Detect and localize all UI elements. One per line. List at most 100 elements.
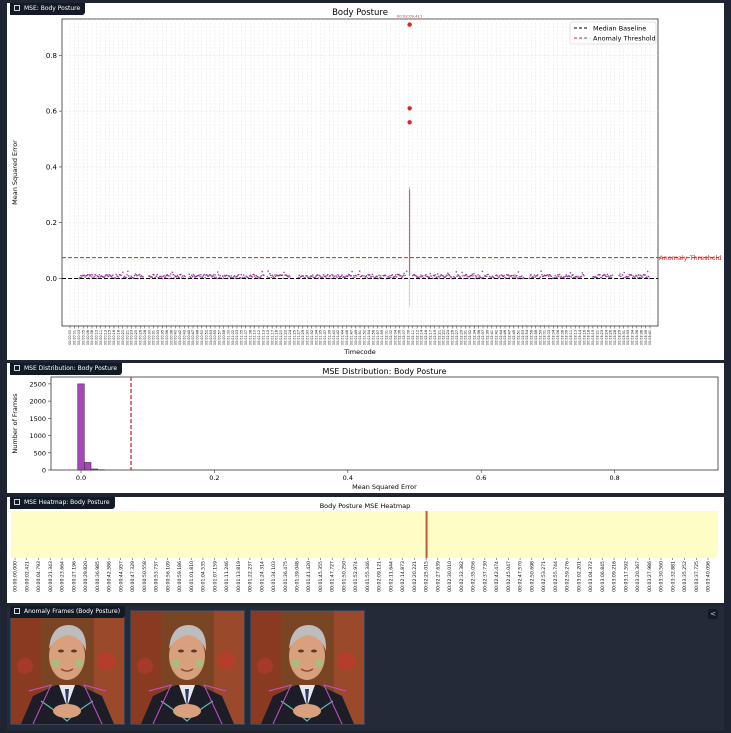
mse-point — [234, 277, 237, 279]
x-tick-label: 00:03:40.096 — [706, 561, 712, 592]
y-tick-label: 2500 — [29, 380, 46, 388]
share-icon[interactable]: < — [708, 609, 718, 619]
mse-point — [518, 276, 521, 278]
x-tick-label: 00:02:12 — [415, 330, 419, 345]
x-tick-label: 00:01:52 — [363, 330, 367, 345]
mse-point — [111, 274, 114, 277]
x-tick-label: 00:03:17.592 — [623, 561, 629, 592]
mse-point — [641, 275, 643, 277]
anomaly-frame-3[interactable] — [250, 610, 365, 725]
mse-point — [520, 275, 523, 277]
x-tick-label: 00:02:49 — [512, 330, 516, 345]
mse-point — [298, 274, 301, 277]
x-tick-label: 00:00:00 — [68, 330, 72, 345]
chart-icon — [14, 608, 20, 614]
mse-point — [389, 276, 392, 279]
mse-point — [251, 276, 253, 278]
x-tick-label: 00:02:25.015 — [424, 561, 430, 592]
mse-heatmap-panel: MSE Heatmap: Body Posture 00:00:00.000 00… — [7, 497, 724, 603]
x-tick-label: 00:00:00.000 — [13, 561, 19, 592]
x-tick-label: 00:01:34.103 — [271, 561, 277, 592]
mse-panel-tab[interactable]: MSE: Body Posture — [10, 3, 86, 15]
mse-point — [372, 275, 374, 278]
mse-point — [283, 271, 285, 274]
mse-point — [217, 273, 220, 276]
mse-point — [556, 276, 558, 278]
x-tick-label: 00:01:57 — [376, 330, 380, 345]
mse-point — [646, 276, 648, 278]
x-tick-label: 00:01:24 — [288, 330, 292, 345]
x-tick-label: 00:00:21 — [125, 330, 129, 345]
anomaly-frame-2[interactable] — [130, 610, 245, 725]
x-tick-label: 00:03:09.216 — [612, 561, 618, 592]
x-tick-label: 00:00:47 — [191, 330, 195, 345]
distribution-panel-tab[interactable]: MSE Distribution: Body Posture — [10, 363, 123, 375]
mse-point — [122, 271, 124, 274]
mse-point — [611, 274, 614, 276]
y-axis-label: Mean Squared Error — [11, 140, 19, 205]
mse-point — [640, 276, 642, 279]
mse-scatter-chart: 0.00.20.40.60.800:00:00 00:00:01 00:00:03 0… — [11, 8, 722, 356]
x-tick-label: 00:01:29 — [301, 330, 305, 345]
mse-point — [431, 277, 434, 279]
mse-point — [95, 274, 97, 277]
mse-point — [430, 275, 432, 277]
mse-point — [335, 275, 337, 277]
x-tick-label: 00:02:42.474 — [494, 561, 500, 592]
x-tick-label: 00:03:30.560 — [659, 561, 665, 592]
x-tick-label: 00:00:05 — [81, 330, 85, 345]
x-tick-label: 00:03:29 — [617, 330, 621, 345]
chart-icon — [14, 365, 20, 371]
mse-point — [528, 277, 531, 279]
mse-point — [515, 276, 517, 278]
mse-point — [236, 275, 238, 278]
x-tick-label: 00:03:38 — [639, 330, 643, 345]
x-tick-label: 00:02:53.271 — [541, 561, 547, 592]
mse-point — [176, 274, 179, 277]
x-tick-label: 00:03:01 — [543, 330, 547, 345]
mse-point — [337, 275, 340, 277]
mse-point — [436, 273, 439, 275]
mse-point — [341, 274, 343, 276]
x-tick-label: 00:01:56 — [371, 330, 375, 345]
mse-point — [153, 274, 155, 276]
x-tick-label: 00:02:02 — [389, 330, 393, 345]
x-tick-label: 00:02:36 — [477, 330, 481, 345]
mse-point — [575, 275, 578, 278]
mse-point — [557, 275, 560, 278]
mse-point — [253, 273, 255, 276]
mse-point — [623, 271, 626, 274]
x-tick-label: 00:01:22.237 — [248, 561, 254, 592]
y-tick-label: 0.2 — [46, 219, 57, 227]
x-tick-label: 00:00:52 — [204, 330, 208, 345]
y-tick-label: 0.0 — [46, 275, 57, 283]
mse-point — [517, 271, 520, 273]
mse-point — [428, 276, 431, 279]
mse-point — [550, 275, 552, 278]
x-tick-label: 00:02:51 — [516, 330, 520, 345]
x-tick-label: 00:03:16 — [582, 330, 586, 345]
mse-point — [207, 275, 210, 278]
heatmap-panel-tab[interactable]: MSE Heatmap: Body Posture — [10, 497, 115, 509]
mse-point — [90, 273, 92, 276]
x-tick-label: 00:00:01 — [73, 330, 77, 345]
x-tick-label: 00:02:22 — [442, 330, 446, 345]
mse-point — [572, 274, 574, 276]
mse-point — [267, 270, 269, 272]
mse-point — [361, 274, 364, 277]
x-tick-label: 00:02:59 — [538, 330, 542, 345]
mse-point — [384, 274, 387, 277]
mse-point — [404, 274, 406, 277]
x-tick-label: 00:02:44 — [499, 330, 503, 345]
anomaly-frame-1[interactable] — [10, 610, 125, 725]
frame-image — [251, 611, 364, 724]
mse-point — [288, 274, 290, 277]
mse-point — [274, 274, 276, 276]
x-tick-label: 00:00:15 — [108, 330, 112, 345]
x-tick-label: 00:02:37 — [481, 330, 485, 345]
mse-point — [485, 275, 488, 278]
frames-panel-tab[interactable]: Anomaly Frames (Body Posture) — [10, 606, 126, 618]
x-tick-label: 00:00:21.343 — [48, 561, 54, 592]
mse-point — [462, 274, 464, 277]
mse-point — [142, 276, 144, 278]
